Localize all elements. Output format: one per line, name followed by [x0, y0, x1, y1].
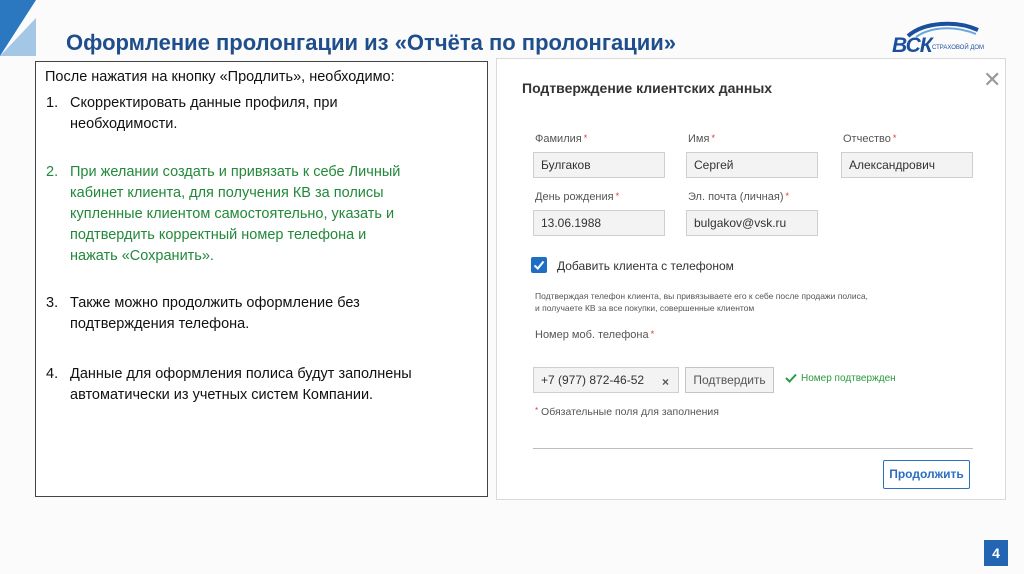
instruction-line: подтвердить корректный номер телефона и — [70, 227, 367, 243]
check-icon — [785, 373, 797, 383]
company-logo: ВСК СТРАХОВОЙ ДОМ — [892, 18, 985, 62]
instruction-number: 1. — [46, 95, 59, 111]
instruction-number: 2. — [46, 164, 59, 180]
last-name-field[interactable]: Булгаков — [533, 152, 665, 178]
phone-label: Номер моб. телефона * — [535, 329, 655, 341]
instruction-line: Также можно продолжить оформление без — [70, 295, 360, 311]
instruction-line: подтверждения телефона. — [70, 316, 250, 332]
phone-note-line: Подтверждая телефон клиента, вы привязыв… — [535, 291, 868, 301]
page-number-badge: 4 — [984, 540, 1008, 566]
patronymic-field[interactable]: Александрович — [841, 152, 973, 178]
birth-date-field[interactable]: 13.06.1988 — [533, 210, 665, 236]
instruction-number: 3. — [46, 295, 59, 311]
instruction-line: кабинет клиента, для получения КВ за пол… — [70, 185, 384, 201]
slide-title: Оформление пролонгации из «Отчёта по про… — [66, 30, 677, 55]
modal-title: Подтверждение клиентских данных — [522, 80, 773, 96]
instructions-intro: После нажатия на кнопку «Продлить», необ… — [45, 69, 395, 85]
instructions-panel: После нажатия на кнопку «Продлить», необ… — [35, 61, 488, 497]
first-name-label: Имя * — [688, 133, 715, 145]
logo-subtext: СТРАХОВОЙ ДОМ — [932, 45, 985, 51]
instruction-line: автоматически из учетных систем Компании… — [70, 387, 374, 403]
instruction-line: необходимости. — [70, 116, 178, 132]
modal-divider — [533, 448, 973, 449]
instruction-number: 4. — [46, 366, 59, 382]
phone-verified-status: Номер подтвержден — [801, 373, 896, 384]
instruction-line: Скорректировать данные профиля, при — [70, 95, 338, 111]
logo-text: ВСК — [892, 34, 933, 57]
checkmark-icon — [533, 260, 545, 270]
instruction-line: Данные для оформления полиса будут запол… — [70, 366, 412, 382]
continue-button[interactable]: Продолжить — [883, 460, 970, 489]
instruction-line: купленные клиентом самостоятельно, указа… — [70, 206, 395, 222]
instruction-line: При желании создать и привязать к себе Л… — [70, 164, 401, 180]
clear-phone-icon[interactable]: × — [662, 375, 669, 389]
client-data-modal: Подтверждение клиентских данных ✕ Фамили… — [496, 58, 1006, 500]
add-client-phone-checkbox[interactable] — [531, 257, 547, 273]
birth-date-label: День рождения * — [535, 191, 620, 203]
phone-note-line: и получаете КВ за все покупки, совершенн… — [535, 303, 755, 313]
close-icon[interactable]: ✕ — [983, 69, 1001, 91]
confirm-phone-button[interactable]: Подтвердить — [685, 367, 774, 393]
phone-field[interactable]: +7 (977) 872-46-52 — [533, 367, 679, 393]
add-client-phone-label: Добавить клиента с телефоном — [557, 259, 734, 273]
instruction-line: нажать «Сохранить». — [70, 248, 214, 264]
last-name-label: Фамилия * — [535, 133, 588, 145]
first-name-field[interactable]: Сергей — [686, 152, 818, 178]
required-fields-note: * Обязательные поля для заполнения — [535, 406, 719, 418]
email-field[interactable]: bulgakov@vsk.ru — [686, 210, 818, 236]
patronymic-label: Отчество * — [843, 133, 897, 145]
email-label: Эл. почта (личная) * — [688, 191, 790, 203]
